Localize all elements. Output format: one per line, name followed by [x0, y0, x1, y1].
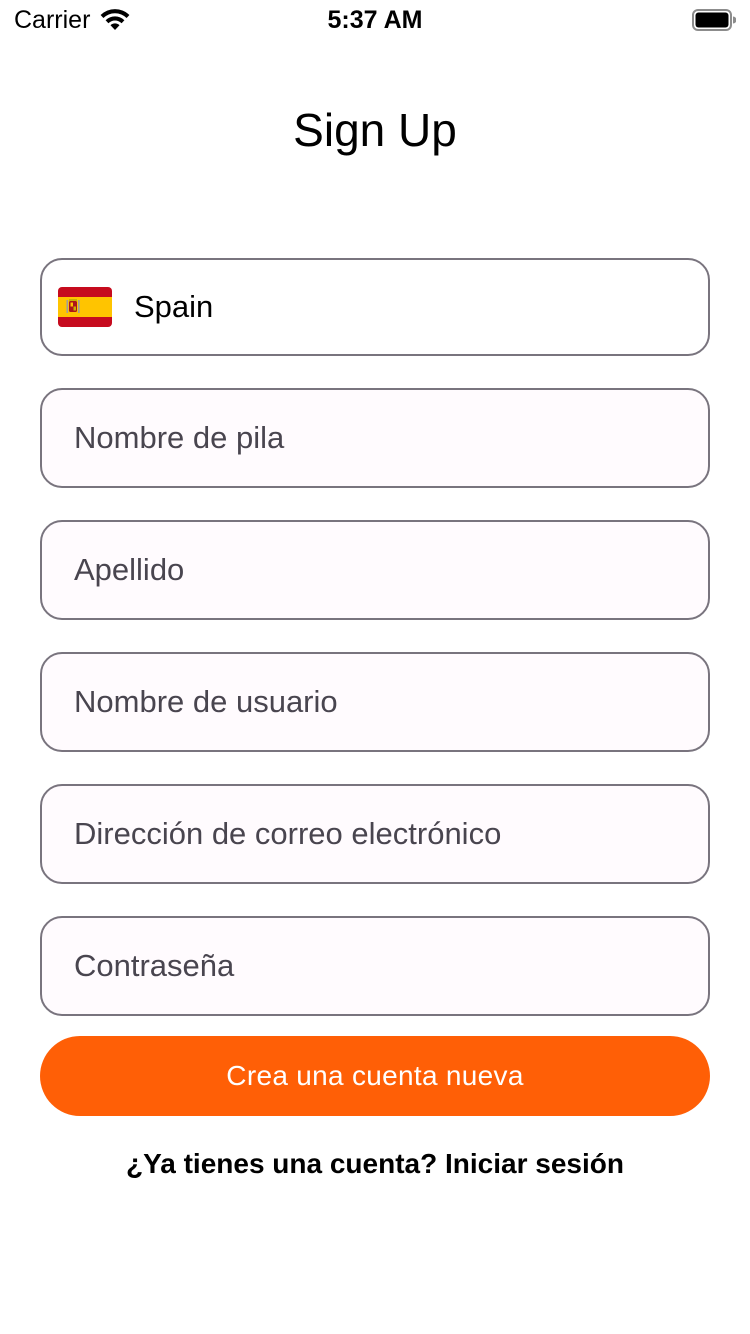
first-name-field[interactable] — [40, 388, 710, 488]
status-time: 5:37 AM — [327, 6, 423, 34]
first-name-input[interactable] — [74, 420, 674, 456]
page-title: Sign Up — [293, 104, 457, 156]
password-input[interactable] — [74, 948, 674, 984]
login-link[interactable]: ¿Ya tienes una cuenta? Iniciar sesión — [0, 1146, 750, 1182]
email-input[interactable] — [74, 816, 674, 852]
sign-up-screen: Carrier 5:37 AM Sign Up Spain Nombre de … — [0, 0, 750, 1334]
country-name: Spain — [134, 289, 214, 324]
username-input[interactable] — [74, 684, 674, 720]
spain-flag-icon — [58, 287, 112, 327]
last-name-input[interactable] — [74, 552, 674, 588]
battery-icon — [692, 9, 736, 31]
status-bar: Carrier 5:37 AM — [0, 0, 750, 40]
email-field[interactable] — [40, 784, 710, 884]
create-account-button[interactable]: Crea una cuenta nueva — [40, 1036, 710, 1116]
password-field[interactable] — [40, 916, 710, 1016]
country-selector[interactable]: Spain — [40, 258, 710, 356]
username-field[interactable] — [40, 652, 710, 752]
last-name-field[interactable] — [40, 520, 710, 620]
